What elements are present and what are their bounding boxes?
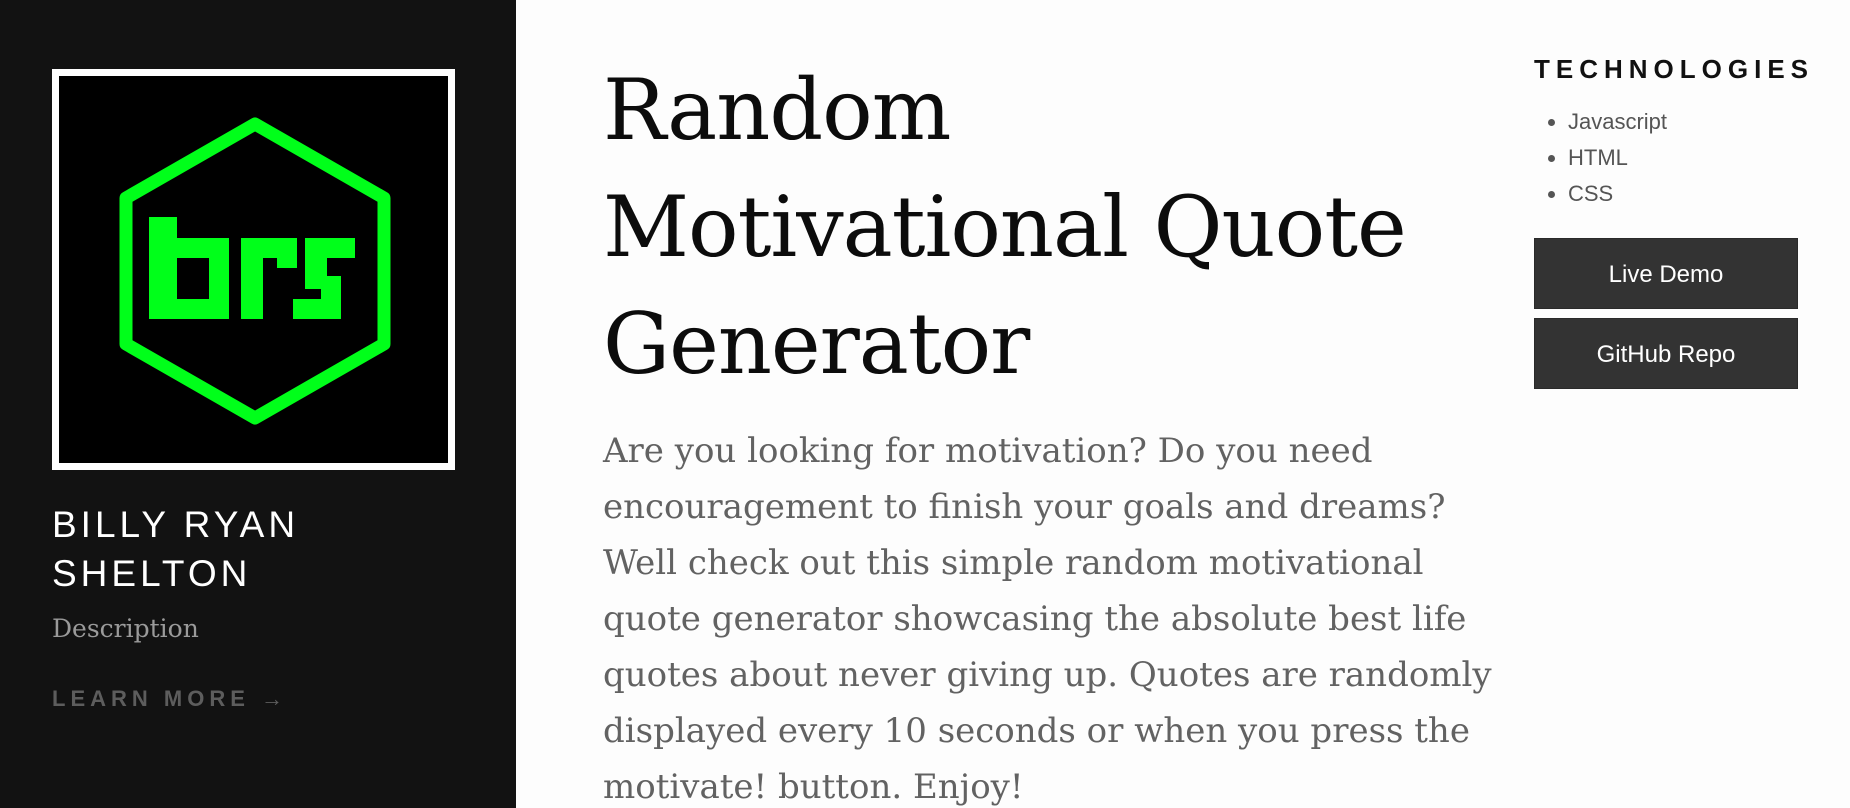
main-content: Random Motivational Quote Generator Are … xyxy=(603,52,1503,808)
brs-letters-icon xyxy=(149,217,355,319)
sidebar: BILLY RYAN SHELTON Description LEARN MOR… xyxy=(0,0,516,808)
learn-more-link[interactable]: LEARN MORE → xyxy=(52,685,288,713)
project-description: Are you looking for motivation? Do you n… xyxy=(603,431,1492,807)
brs-logo xyxy=(52,69,455,470)
technology-item: Javascript xyxy=(1568,104,1834,140)
author-name: BILLY RYAN SHELTON xyxy=(52,504,300,594)
page-title: Random Motivational Quote Generator xyxy=(603,61,1407,393)
technology-item: HTML xyxy=(1568,140,1834,176)
technologies-panel: TECHNOLOGIES Javascript HTML CSS Live De… xyxy=(1534,52,1834,389)
github-repo-button[interactable]: GitHub Repo xyxy=(1534,318,1798,389)
technologies-heading: TECHNOLOGIES xyxy=(1534,54,1815,84)
project-page: BILLY RYAN SHELTON Description LEARN MOR… xyxy=(0,0,1850,808)
hexagon-logo-icon xyxy=(119,117,391,425)
live-demo-button[interactable]: Live Demo xyxy=(1534,238,1798,309)
author-description: Description xyxy=(52,614,199,643)
technologies-list: Javascript HTML CSS xyxy=(1534,104,1834,212)
technology-item: CSS xyxy=(1568,176,1834,212)
